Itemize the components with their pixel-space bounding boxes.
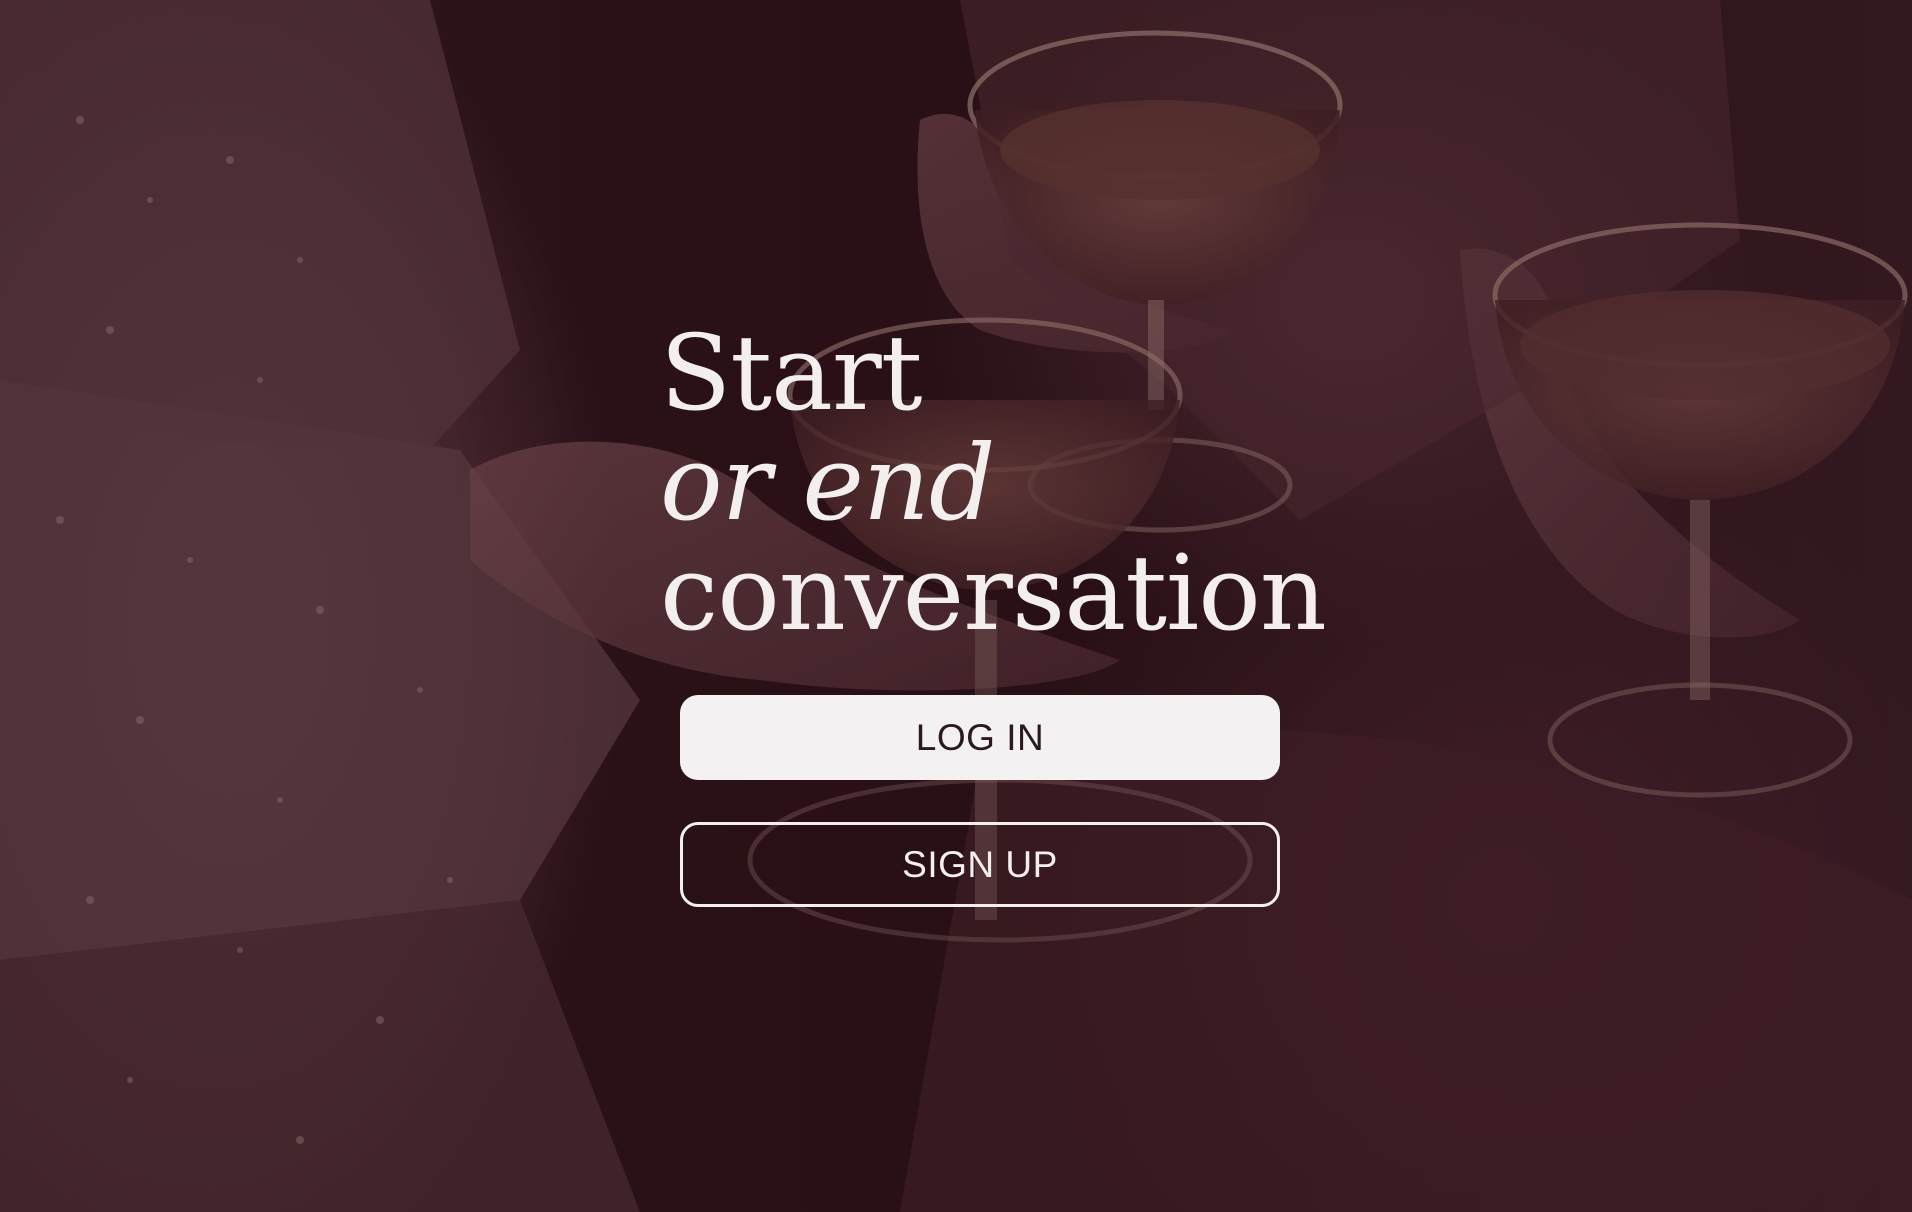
login-button[interactable]: LOG IN bbox=[680, 695, 1280, 780]
headline: Start or end conversation bbox=[660, 312, 1327, 654]
headline-line-2: or end bbox=[660, 422, 996, 544]
headline-line-3: conversation bbox=[660, 532, 1327, 654]
headline-line-1: Start bbox=[660, 312, 923, 434]
signup-button[interactable]: SIGN UP bbox=[680, 822, 1280, 907]
login-screen: Start or end conversation LOG IN SIGN UP bbox=[0, 0, 1912, 1212]
auth-panel: Start or end conversation LOG IN SIGN UP bbox=[660, 312, 1327, 907]
